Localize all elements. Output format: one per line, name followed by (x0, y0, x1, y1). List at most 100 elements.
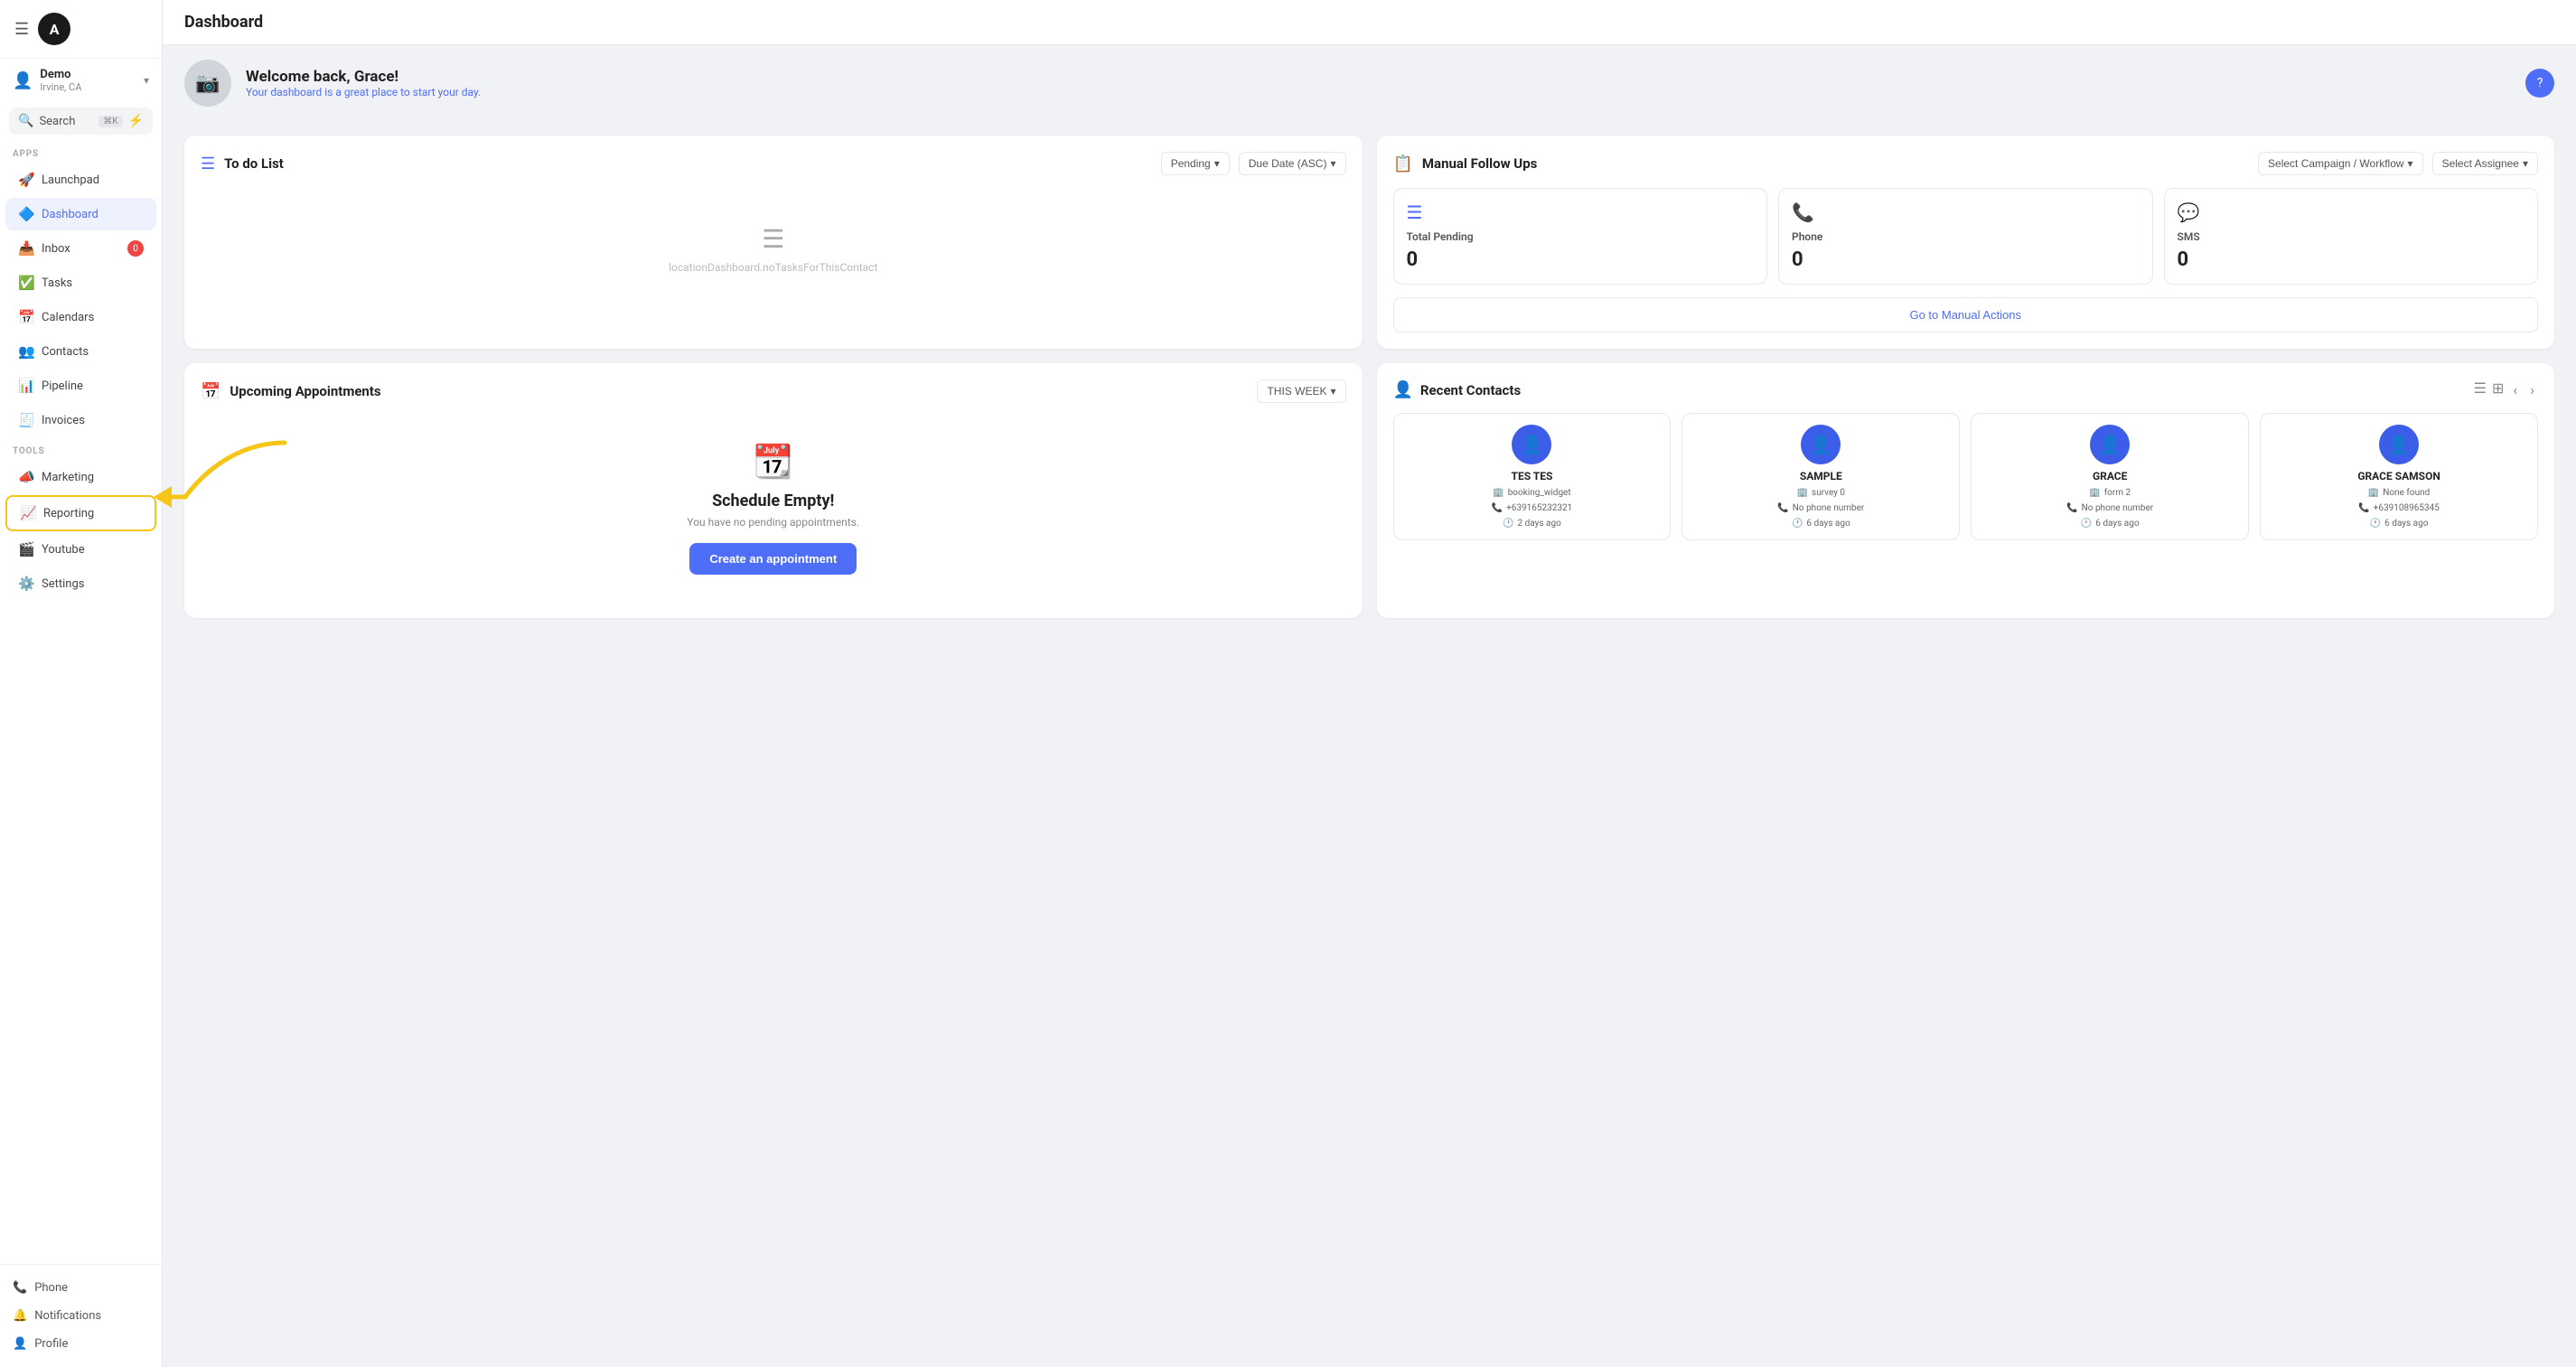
stat-sms: 💬 SMS 0 (2164, 188, 2539, 285)
todo-status-filter-label: Pending (1171, 157, 1211, 170)
appointments-chevron-icon: ▾ (1330, 385, 1335, 398)
sidebar-label-settings: Settings (42, 577, 84, 591)
sidebar-label-marketing: Marketing (42, 471, 94, 484)
recent-contacts-card: 👤 Recent Contacts ☰ ⊞ ‹ › 👤 TES TES 🏢 bo… (1377, 363, 2555, 618)
sidebar-label-calendars: Calendars (42, 311, 94, 324)
help-icon[interactable]: ? (2525, 69, 2554, 98)
phone-icon: 📞 (13, 1281, 27, 1295)
page-title: Dashboard (184, 13, 263, 32)
sidebar-item-notifications[interactable]: 🔔 Notifications (13, 1302, 149, 1330)
sidebar-item-calendars[interactable]: 📅 Calendars (5, 301, 156, 333)
flash-icon: ⚡ (128, 114, 144, 128)
clock-icon-grace: 🕐 (2081, 519, 2092, 529)
marketing-icon: 📣 (18, 469, 34, 485)
stat-phone: 📞 Phone 0 (1778, 188, 2153, 285)
profile-label: Profile (34, 1337, 68, 1351)
todo-date-filter[interactable]: Due Date (ASC) ▾ (1239, 152, 1346, 175)
welcome-banner: 📷 Welcome back, Grace! Your dashboard is… (163, 45, 2576, 121)
sidebar-item-dashboard[interactable]: 🔷 Dashboard (5, 198, 156, 230)
sidebar-item-tasks[interactable]: ✅ Tasks (5, 267, 156, 299)
account-icon: 👤 (13, 71, 33, 90)
prev-contacts-button[interactable]: ‹ (2509, 379, 2521, 400)
manual-followups-card: 📋 Manual Follow Ups Select Campaign / Wo… (1377, 136, 2555, 349)
launchpad-icon: 🚀 (18, 172, 34, 188)
sidebar-item-marketing[interactable]: 📣 Marketing (5, 461, 156, 493)
calendars-icon: 📅 (18, 309, 34, 325)
account-chevron-icon: ▾ (144, 74, 149, 87)
recent-contacts-header: 👤 Recent Contacts ☰ ⊞ ‹ › (1393, 379, 2539, 400)
contact-source-sample: 🏢 survey 0 (1797, 488, 1845, 498)
list-view-icon[interactable]: ☰ (2474, 379, 2487, 400)
search-icon: 🔍 (18, 114, 33, 128)
sms-stat-value: 0 (2178, 248, 2525, 271)
sidebar-bottom: 📞 Phone 🔔 Notifications 👤 Profile (0, 1264, 162, 1367)
sidebar: ☰ A 👤 Demo Irvine, CA ▾ 🔍 Search ⌘K ⚡ Ap… (0, 0, 163, 1367)
todo-date-filter-label: Due Date (ASC) (1249, 157, 1327, 170)
grid-view-icon[interactable]: ⊞ (2492, 379, 2504, 400)
profile-icon: 👤 (13, 1337, 27, 1351)
contact-name-grace-samson: GRACE SAMSON (2357, 470, 2440, 482)
contact-avatar-sample: 👤 (1801, 425, 1841, 464)
sidebar-label-dashboard: Dashboard (42, 208, 98, 221)
account-name: Demo (40, 68, 81, 81)
contact-source-tes-tes: 🏢 booking_widget (1493, 488, 1570, 498)
account-location: Irvine, CA (40, 81, 81, 93)
go-to-manual-actions-button[interactable]: Go to Manual Actions (1393, 297, 2539, 332)
reporting-icon: 📈 (20, 505, 36, 521)
account-switcher[interactable]: 👤 Demo Irvine, CA ▾ (0, 59, 162, 102)
todo-empty-state: ☰ locationDashboard.noTasksForThisContac… (201, 188, 1346, 310)
main-content: Dashboard 📷 Welcome back, Grace! Your da… (163, 0, 2576, 1367)
sidebar-item-launchpad[interactable]: 🚀 Launchpad (5, 164, 156, 196)
appointments-filter-label: THIS WEEK (1267, 385, 1326, 398)
phone-icon-tes: 📞 (1492, 503, 1503, 513)
contact-card-grace-samson[interactable]: 👤 GRACE SAMSON 🏢 None found 📞 +639108965… (2260, 413, 2538, 540)
chevron-down-icon-2: ▾ (1330, 157, 1335, 170)
pipeline-icon: 📊 (18, 378, 34, 394)
contact-card-tes-tes[interactable]: 👤 TES TES 🏢 booking_widget 📞 +6391652323… (1393, 413, 1672, 540)
contact-avatar-tes-tes: 👤 (1512, 425, 1551, 464)
sidebar-item-invoices[interactable]: 🧾 Invoices (5, 404, 156, 436)
sidebar-item-settings[interactable]: ⚙️ Settings (5, 567, 156, 600)
next-contacts-button[interactable]: › (2526, 379, 2538, 400)
search-bar[interactable]: 🔍 Search ⌘K ⚡ (9, 108, 153, 135)
contact-card-sample[interactable]: 👤 SAMPLE 🏢 survey 0 📞 No phone number 🕐 … (1681, 413, 1960, 540)
recent-contacts-title: Recent Contacts (1420, 382, 2467, 398)
contacts-icon: 👥 (18, 343, 34, 360)
welcome-subtitle: Your dashboard is a great place to start… (246, 86, 481, 98)
sidebar-item-inbox[interactable]: 📥 Inbox 0 (5, 232, 156, 265)
sidebar-item-phone[interactable]: 📞 Phone (13, 1274, 149, 1302)
contact-name-tes-tes: TES TES (1512, 470, 1553, 482)
youtube-icon: 🎬 (18, 541, 34, 557)
notifications-icon: 🔔 (13, 1309, 27, 1323)
select-assignee-button[interactable]: Select Assignee ▾ (2432, 152, 2538, 175)
contact-source-grace: 🏢 form 2 (2089, 488, 2131, 498)
sidebar-item-profile[interactable]: 👤 Profile (13, 1330, 149, 1358)
appointments-week-filter[interactable]: THIS WEEK ▾ (1257, 379, 1345, 403)
create-appointment-button[interactable]: Create an appointment (689, 543, 857, 575)
phone-icon-sample: 📞 (1777, 503, 1788, 513)
appointments-empty-sub: You have no pending appointments. (687, 516, 859, 529)
hamburger-icon[interactable]: ☰ (14, 20, 29, 39)
tools-section-label: Tools (0, 437, 162, 460)
followups-title: Manual Follow Ups (1422, 155, 2249, 172)
sidebar-item-contacts[interactable]: 👥 Contacts (5, 335, 156, 368)
contact-time-grace: 🕐 6 days ago (2081, 519, 2140, 529)
sidebar-item-youtube[interactable]: 🎬 Youtube (5, 533, 156, 566)
appointments-title: Upcoming Appointments (229, 383, 1248, 399)
contact-avatar-grace: 👤 (2090, 425, 2130, 464)
followups-icon: 📋 (1393, 154, 1413, 173)
select-campaign-button[interactable]: Select Campaign / Workflow ▾ (2258, 152, 2423, 175)
todo-status-filter[interactable]: Pending ▾ (1161, 152, 1230, 175)
contact-phone-tes-tes: 📞 +639165232321 (1492, 503, 1573, 513)
settings-icon: ⚙️ (18, 576, 34, 592)
contact-card-grace[interactable]: 👤 GRACE 🏢 form 2 📞 No phone number 🕐 6 d… (1971, 413, 2249, 540)
contact-phone-grace: 📞 No phone number (2066, 503, 2153, 513)
sidebar-item-reporting[interactable]: 📈 Reporting (5, 495, 156, 531)
recent-contacts-icon: 👤 (1393, 380, 1413, 399)
phone-icon-gs: 📞 (2358, 503, 2369, 513)
account-info: Demo Irvine, CA (40, 68, 81, 93)
clock-icon-gs: 🕐 (2370, 519, 2381, 529)
source-icon-grace: 🏢 (2089, 488, 2100, 498)
sidebar-item-pipeline[interactable]: 📊 Pipeline (5, 370, 156, 402)
appointments-empty-icon: 📆 (753, 443, 793, 481)
